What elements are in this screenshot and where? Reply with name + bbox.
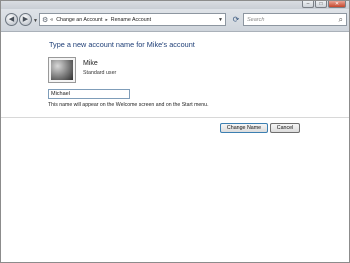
navigation-bar: ◀ ▶ ▼ ⚙ « Change an Account ▸ Rename Acc… [1,9,349,32]
maximize-icon[interactable]: □ [315,1,327,8]
new-account-name-input[interactable]: Michael [48,89,130,99]
search-icon[interactable]: ⌕ [339,15,343,25]
back-arrow-icon[interactable]: ◀ [5,13,18,26]
change-name-button[interactable]: Change Name [220,123,268,133]
recent-pages-dropdown-icon[interactable]: ▼ [33,18,38,24]
search-box[interactable]: Search ⌕ [243,13,347,26]
breadcrumb-separator-icon[interactable]: ▸ [105,17,107,23]
user-picture [51,60,73,80]
forward-arrow-icon[interactable]: ▶ [19,13,32,26]
minimize-icon[interactable]: – [302,1,314,8]
address-bar[interactable]: ⚙ « Change an Account ▸ Rename Account ▼ [39,13,226,26]
refresh-icon[interactable]: ⟳ [230,13,242,26]
rename-account-window: – □ ✕ ◀ ▶ ▼ ⚙ « Change an Account ▸ Rena… [0,0,350,263]
content-pane: Type a new account name for Mike's accou… [1,32,349,262]
close-icon[interactable]: ✕ [328,1,346,8]
user-account-type: Standard user [83,70,117,76]
address-dropdown-icon[interactable]: ▼ [218,17,223,23]
name-usage-hint: This name will appear on the Welcome scr… [48,102,209,108]
user-avatar [48,57,76,83]
window-controls: – □ ✕ [301,1,346,9]
control-panel-icon: ⚙ [42,16,49,24]
cancel-button[interactable]: Cancel [270,123,300,133]
divider [1,117,349,118]
breadcrumb-change-an-account[interactable]: Change an Account [56,17,102,23]
title-bar: – □ ✕ [1,1,349,9]
search-placeholder: Search [247,17,265,23]
breadcrumb-rename-account[interactable]: Rename Account [111,17,151,23]
page-title: Type a new account name for Mike's accou… [49,40,195,49]
breadcrumb-overflow[interactable]: « [50,17,53,23]
user-name: Mike [83,60,98,67]
